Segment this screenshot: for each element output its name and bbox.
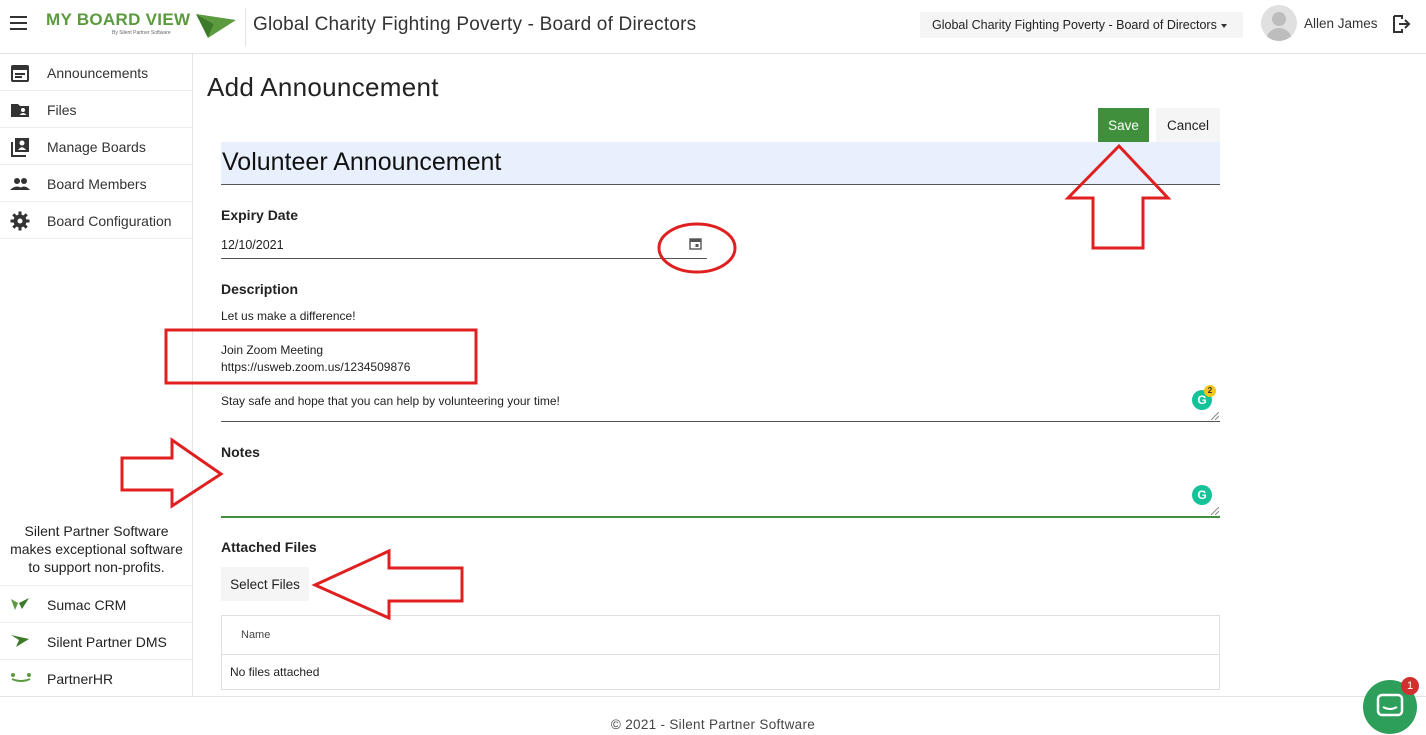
description-line: Join Zoom Meeting (221, 343, 324, 357)
description-textarea[interactable]: Let us make a difference! Join Zoom Meet… (221, 305, 1220, 422)
avatar[interactable] (1261, 5, 1297, 41)
attached-files-label: Attached Files (221, 539, 317, 555)
footer: © 2021 - Silent Partner Software (0, 696, 1426, 735)
logo-subtitle: By Silent Partner Software (112, 30, 171, 36)
calendar-icon (11, 65, 29, 82)
promo-line: Silent Partner Software (24, 523, 169, 539)
folder-user-icon (11, 104, 29, 117)
sumac-icon (11, 598, 29, 610)
description-line: Stay safe and hope that you can help by … (221, 394, 560, 408)
product-link-partnerhr[interactable]: PartnerHR (0, 659, 193, 696)
chat-notification-badge: 1 (1401, 677, 1419, 695)
board-selector[interactable]: Global Charity Fighting Poverty - Board … (920, 12, 1243, 38)
product-label: Sumac CRM (47, 597, 127, 613)
copyright-text: © 2021 - Silent Partner Software (610, 717, 816, 732)
sidebar-item-manage-boards[interactable]: Manage Boards (0, 128, 192, 165)
product-label: Silent Partner DMS (47, 634, 167, 650)
caret-down-icon (1220, 23, 1227, 28)
app-logo[interactable]: MY BOARD VIEW By Silent Partner Software (44, 6, 239, 44)
sidebar-item-label: Board Configuration (47, 213, 172, 229)
menu-icon[interactable] (10, 16, 27, 30)
expiry-date-label: Expiry Date (221, 207, 299, 223)
promo-line: to support non-profits. (28, 559, 165, 575)
silent-partner-icon (11, 635, 29, 647)
no-files-message: No files attached (230, 665, 320, 679)
logout-icon[interactable] (1391, 14, 1411, 34)
product-label: PartnerHR (47, 671, 114, 687)
select-files-button[interactable]: Select Files (221, 567, 309, 601)
resize-handle-icon[interactable] (1211, 507, 1219, 515)
sidebar-item-board-configuration[interactable]: Board Configuration (0, 202, 192, 239)
sidebar-item-label: Files (47, 102, 77, 118)
grammarly-icon[interactable]: G (1192, 485, 1212, 505)
product-link-silent-partner-dms[interactable]: Silent Partner DMS (0, 622, 193, 659)
contacts-book-icon (11, 138, 29, 157)
grammarly-count-badge: 2 (1204, 385, 1216, 397)
gear-icon (10, 211, 30, 231)
sidebar: Announcements Files Manage Boards Board … (0, 54, 193, 696)
logo-text: MY BOARD VIEW (46, 10, 191, 29)
promo-line: makes exceptional software (10, 541, 183, 557)
sidebar-promo: Silent Partner Software makes exceptiona… (0, 522, 193, 576)
save-button[interactable]: Save (1098, 108, 1149, 142)
page-title: Add Announcement (207, 72, 439, 102)
logo-arrow-icon (196, 14, 236, 38)
notes-label: Notes (221, 444, 260, 460)
sidebar-item-label: Board Members (47, 176, 147, 192)
files-table: Name No files attached (221, 615, 1220, 690)
expiry-date-input[interactable]: 12/10/2021 (221, 236, 707, 259)
product-link-sumac-crm[interactable]: Sumac CRM (0, 585, 193, 622)
calendar-picker-icon[interactable] (689, 237, 702, 250)
name-column-header[interactable]: Name (241, 629, 270, 641)
user-name[interactable]: Allen James (1304, 16, 1378, 31)
sidebar-item-board-members[interactable]: Board Members (0, 165, 192, 202)
cancel-button[interactable]: Cancel (1156, 108, 1220, 142)
partnerhr-icon (11, 673, 31, 682)
board-selector-label: Global Charity Fighting Poverty - Board … (932, 18, 1217, 32)
notes-textarea[interactable]: G (221, 470, 1220, 518)
resize-handle-icon[interactable] (1211, 412, 1219, 420)
header-divider (245, 8, 246, 46)
sidebar-item-label: Manage Boards (47, 139, 146, 155)
sidebar-item-announcements[interactable]: Announcements (0, 54, 192, 91)
description-line: Let us make a difference! (221, 309, 356, 323)
description-label: Description (221, 281, 299, 297)
people-icon (10, 178, 30, 190)
announcement-title-input[interactable]: Volunteer Announcement (221, 142, 1220, 185)
sidebar-item-files[interactable]: Files (0, 91, 192, 128)
description-line: https://usweb.zoom.us/1234509876 (221, 360, 411, 374)
sidebar-item-label: Announcements (47, 65, 149, 81)
app-header: MY BOARD VIEW By Silent Partner Software… (0, 0, 1426, 54)
board-title: Global Charity Fighting Poverty - Board … (253, 14, 697, 35)
table-header: Name (222, 616, 1219, 655)
annotation-arrow-left (311, 548, 464, 621)
